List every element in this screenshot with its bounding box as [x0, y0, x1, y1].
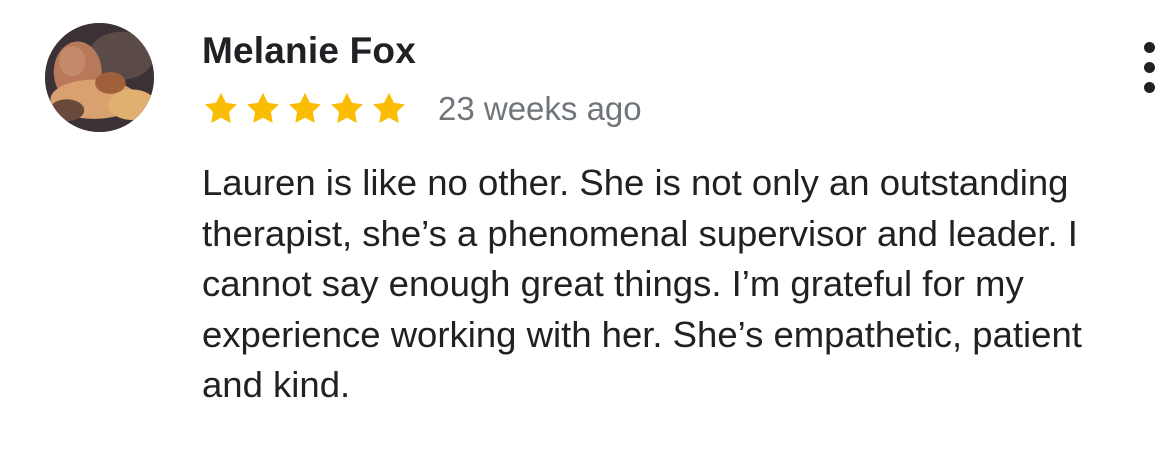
more-vertical-icon-dot-2 — [1144, 62, 1155, 73]
rating-row: 23 weeks ago — [202, 88, 642, 130]
reviewer-name[interactable]: Melanie Fox — [202, 28, 416, 74]
more-vertical-icon-dot-3 — [1144, 82, 1155, 93]
avatar-photo-icon — [45, 23, 154, 132]
review-card: Melanie Fox 23 weeks ago Lauren is like … — [0, 0, 1161, 459]
review-time: 23 weeks ago — [438, 90, 642, 127]
star-icon — [244, 90, 282, 128]
more-vertical-icon — [1144, 42, 1155, 53]
star-rating — [202, 90, 412, 128]
reviewer-avatar[interactable] — [45, 23, 154, 132]
star-icon — [370, 90, 408, 128]
review-text: Lauren is like no other. She is not only… — [202, 162, 1082, 405]
star-icon — [286, 90, 324, 128]
more-options-button[interactable] — [1138, 40, 1161, 96]
star-icon — [328, 90, 366, 128]
star-icon — [202, 90, 240, 128]
